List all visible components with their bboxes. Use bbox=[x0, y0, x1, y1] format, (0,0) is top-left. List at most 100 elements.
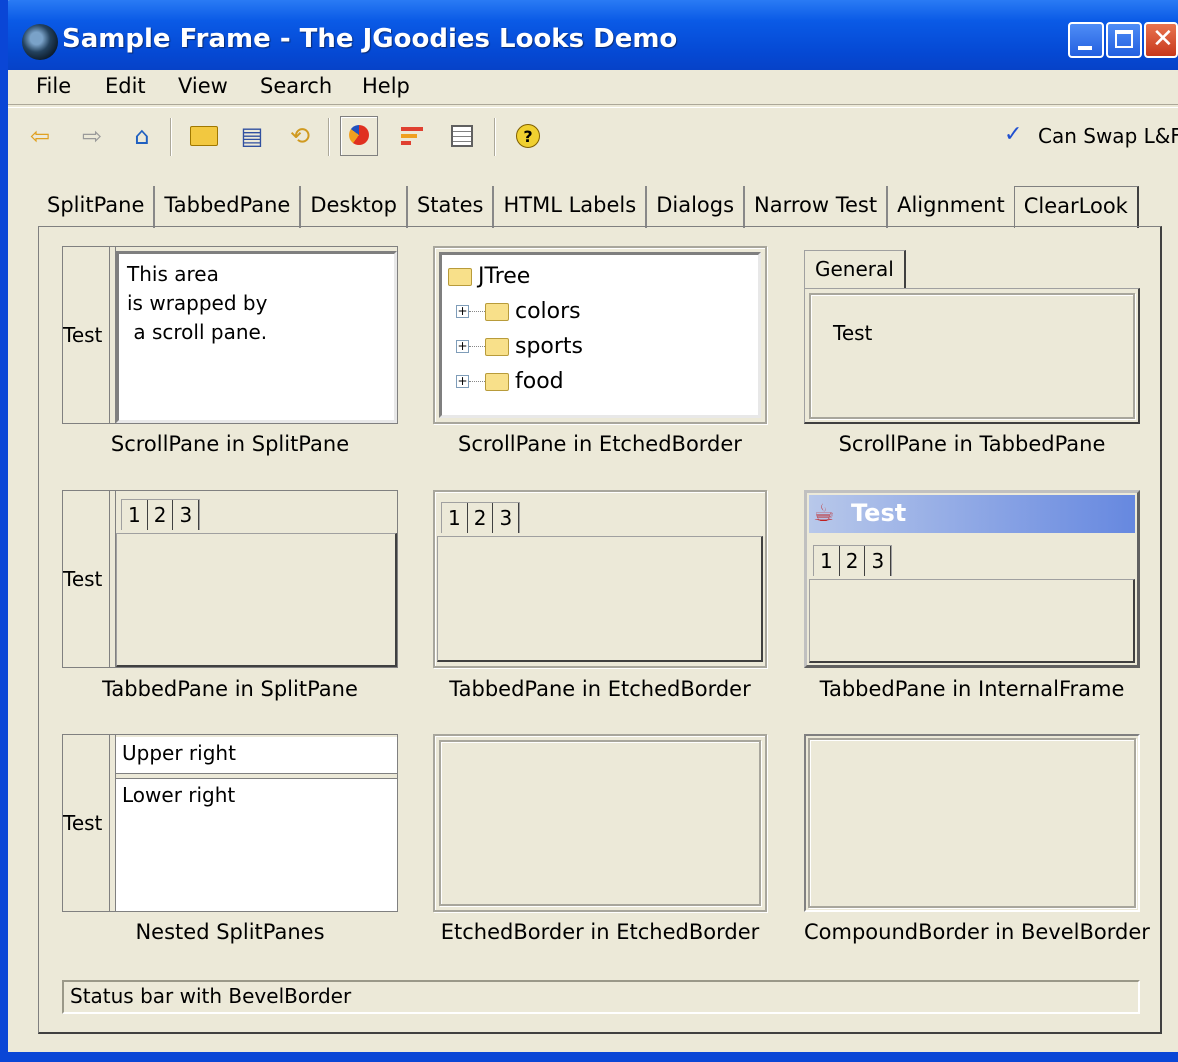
pie-chart-icon bbox=[349, 125, 369, 145]
split-left-label: Test bbox=[63, 811, 103, 835]
internal-frame-title: Test bbox=[851, 499, 907, 527]
tab-content-panel: Test bbox=[804, 288, 1140, 424]
split-pane: Test This area is wrapped by a scroll pa… bbox=[62, 246, 398, 424]
etched-border: JTree + colors + sports + food bbox=[433, 246, 767, 424]
caption: EtchedBorder in EtchedBorder bbox=[440, 920, 760, 944]
tab-dialogs[interactable]: Dialogs bbox=[647, 186, 746, 228]
mini-tab-strip: 1 2 3 bbox=[813, 545, 893, 576]
status-bar: Status bar with BevelBorder bbox=[62, 980, 1140, 1014]
can-swap-lf-checkbox[interactable]: Can Swap L&F bbox=[1038, 124, 1178, 148]
tab-3[interactable]: 3 bbox=[865, 546, 892, 576]
tree-line bbox=[469, 311, 485, 312]
tree-node-sports[interactable]: + sports bbox=[448, 329, 752, 364]
internal-frame[interactable]: ☕ Test 1 2 3 bbox=[804, 490, 1140, 668]
menu-file[interactable]: File bbox=[36, 74, 71, 98]
compound-border bbox=[808, 738, 1136, 908]
lower-right-pane[interactable]: Lower right bbox=[116, 779, 397, 911]
split-left-panel: Test bbox=[63, 247, 110, 423]
tab-narrow-test[interactable]: Narrow Test bbox=[745, 186, 889, 228]
expand-icon[interactable]: + bbox=[456, 305, 469, 318]
split-divider[interactable] bbox=[109, 247, 116, 423]
tab-desktop[interactable]: Desktop bbox=[301, 186, 408, 228]
etched-border-inner bbox=[439, 740, 761, 906]
help-icon[interactable]: ? bbox=[514, 122, 542, 150]
tab-3[interactable]: 3 bbox=[173, 500, 200, 530]
split-left-label: Test bbox=[63, 567, 103, 591]
tab-1[interactable]: 1 bbox=[814, 546, 840, 576]
upper-right-label: Upper right bbox=[122, 741, 236, 765]
split-pane: Test 1 2 3 bbox=[62, 490, 398, 668]
title-bar[interactable]: Sample Frame - The JGoodies Looks Demo ✕ bbox=[0, 0, 1178, 70]
tree-node-food[interactable]: + food bbox=[448, 364, 752, 399]
expand-icon[interactable]: + bbox=[456, 375, 469, 388]
tab-tabbedpane[interactable]: TabbedPane bbox=[155, 186, 302, 228]
menu-divider bbox=[8, 104, 1178, 108]
maximize-button[interactable] bbox=[1106, 22, 1142, 58]
etched-border-outer bbox=[433, 734, 767, 912]
menu-help[interactable]: Help bbox=[362, 74, 410, 98]
split-left-panel: Test bbox=[63, 491, 110, 667]
etched-border: 1 2 3 bbox=[433, 490, 767, 668]
caption: TabbedPane in InternalFrame bbox=[819, 677, 1125, 701]
mini-tab-strip: 1 2 3 bbox=[441, 502, 521, 533]
split-divider[interactable] bbox=[109, 735, 116, 911]
split-left-label: Test bbox=[63, 323, 103, 347]
open-folder-icon[interactable] bbox=[190, 122, 218, 150]
tab-content-panel bbox=[116, 533, 397, 667]
back-arrow-icon[interactable]: ⇦ bbox=[26, 122, 54, 150]
home-icon[interactable]: ⌂ bbox=[128, 122, 156, 150]
tab-2[interactable]: 2 bbox=[840, 546, 866, 576]
folder-icon bbox=[448, 267, 472, 286]
tab-2[interactable]: 2 bbox=[148, 500, 174, 530]
tab-clearlook[interactable]: ClearLook bbox=[1013, 186, 1139, 228]
tree-node-label: food bbox=[515, 369, 564, 394]
expand-icon[interactable]: + bbox=[456, 340, 469, 353]
tree-root[interactable]: JTree bbox=[448, 259, 752, 294]
tab-3[interactable]: 3 bbox=[493, 503, 520, 533]
tab-content-panel bbox=[809, 579, 1135, 663]
caption: TabbedPane in EtchedBorder bbox=[449, 677, 751, 701]
caption: ScrollPane in TabbedPane bbox=[838, 432, 1106, 456]
tab-html-labels[interactable]: HTML Labels bbox=[494, 186, 648, 228]
split-divider[interactable] bbox=[109, 491, 116, 667]
tree-root-label: JTree bbox=[478, 264, 531, 289]
app-icon bbox=[22, 24, 58, 60]
forward-arrow-icon[interactable]: ⇨ bbox=[78, 122, 106, 150]
menu-view[interactable]: View bbox=[178, 74, 228, 98]
upper-right-pane[interactable]: Upper right bbox=[116, 737, 397, 773]
split-left-panel: Test bbox=[63, 735, 110, 911]
toolbar-separator bbox=[494, 118, 496, 156]
bar-chart-icon[interactable] bbox=[398, 122, 426, 150]
tab-alignment[interactable]: Alignment bbox=[888, 186, 1014, 228]
java-cup-icon: ☕ bbox=[813, 499, 835, 527]
table-icon[interactable] bbox=[448, 122, 476, 150]
mini-tab-strip: 1 2 3 bbox=[121, 499, 201, 530]
menu-search[interactable]: Search bbox=[260, 74, 332, 98]
pie-chart-toggle[interactable] bbox=[340, 116, 378, 156]
tree-node-colors[interactable]: + colors bbox=[448, 294, 752, 329]
menu-edit[interactable]: Edit bbox=[105, 74, 146, 98]
tab-splitpane[interactable]: SplitPane bbox=[38, 186, 156, 228]
tab-1[interactable]: 1 bbox=[122, 500, 148, 530]
jtree[interactable]: JTree + colors + sports + food bbox=[439, 252, 761, 418]
main-tab-strip: SplitPane TabbedPane Desktop States HTML… bbox=[38, 186, 1139, 228]
window-frame-bottom bbox=[0, 1052, 1178, 1062]
tree-line bbox=[469, 381, 485, 382]
tab-1[interactable]: 1 bbox=[442, 503, 468, 533]
minimize-icon bbox=[1078, 46, 1092, 50]
tab-2[interactable]: 2 bbox=[468, 503, 494, 533]
internal-frame-title-bar[interactable]: ☕ Test bbox=[809, 495, 1135, 533]
wrapped-text-area[interactable]: This area is wrapped by a scroll pane. bbox=[116, 251, 397, 423]
lower-right-label: Lower right bbox=[122, 783, 236, 807]
close-button[interactable]: ✕ bbox=[1144, 22, 1178, 58]
tab-states[interactable]: States bbox=[408, 186, 495, 228]
text-line: a scroll pane. bbox=[127, 320, 268, 344]
minimize-button[interactable] bbox=[1068, 22, 1104, 58]
tree-node-label: sports bbox=[515, 334, 584, 359]
tab-general[interactable]: General bbox=[804, 250, 906, 289]
tree-line bbox=[469, 346, 485, 347]
caption: ScrollPane in EtchedBorder bbox=[458, 432, 742, 456]
print-icon[interactable]: ▤ bbox=[238, 122, 266, 150]
refresh-icon[interactable]: ⟲ bbox=[286, 122, 314, 150]
scroll-pane[interactable]: Test bbox=[809, 293, 1135, 419]
